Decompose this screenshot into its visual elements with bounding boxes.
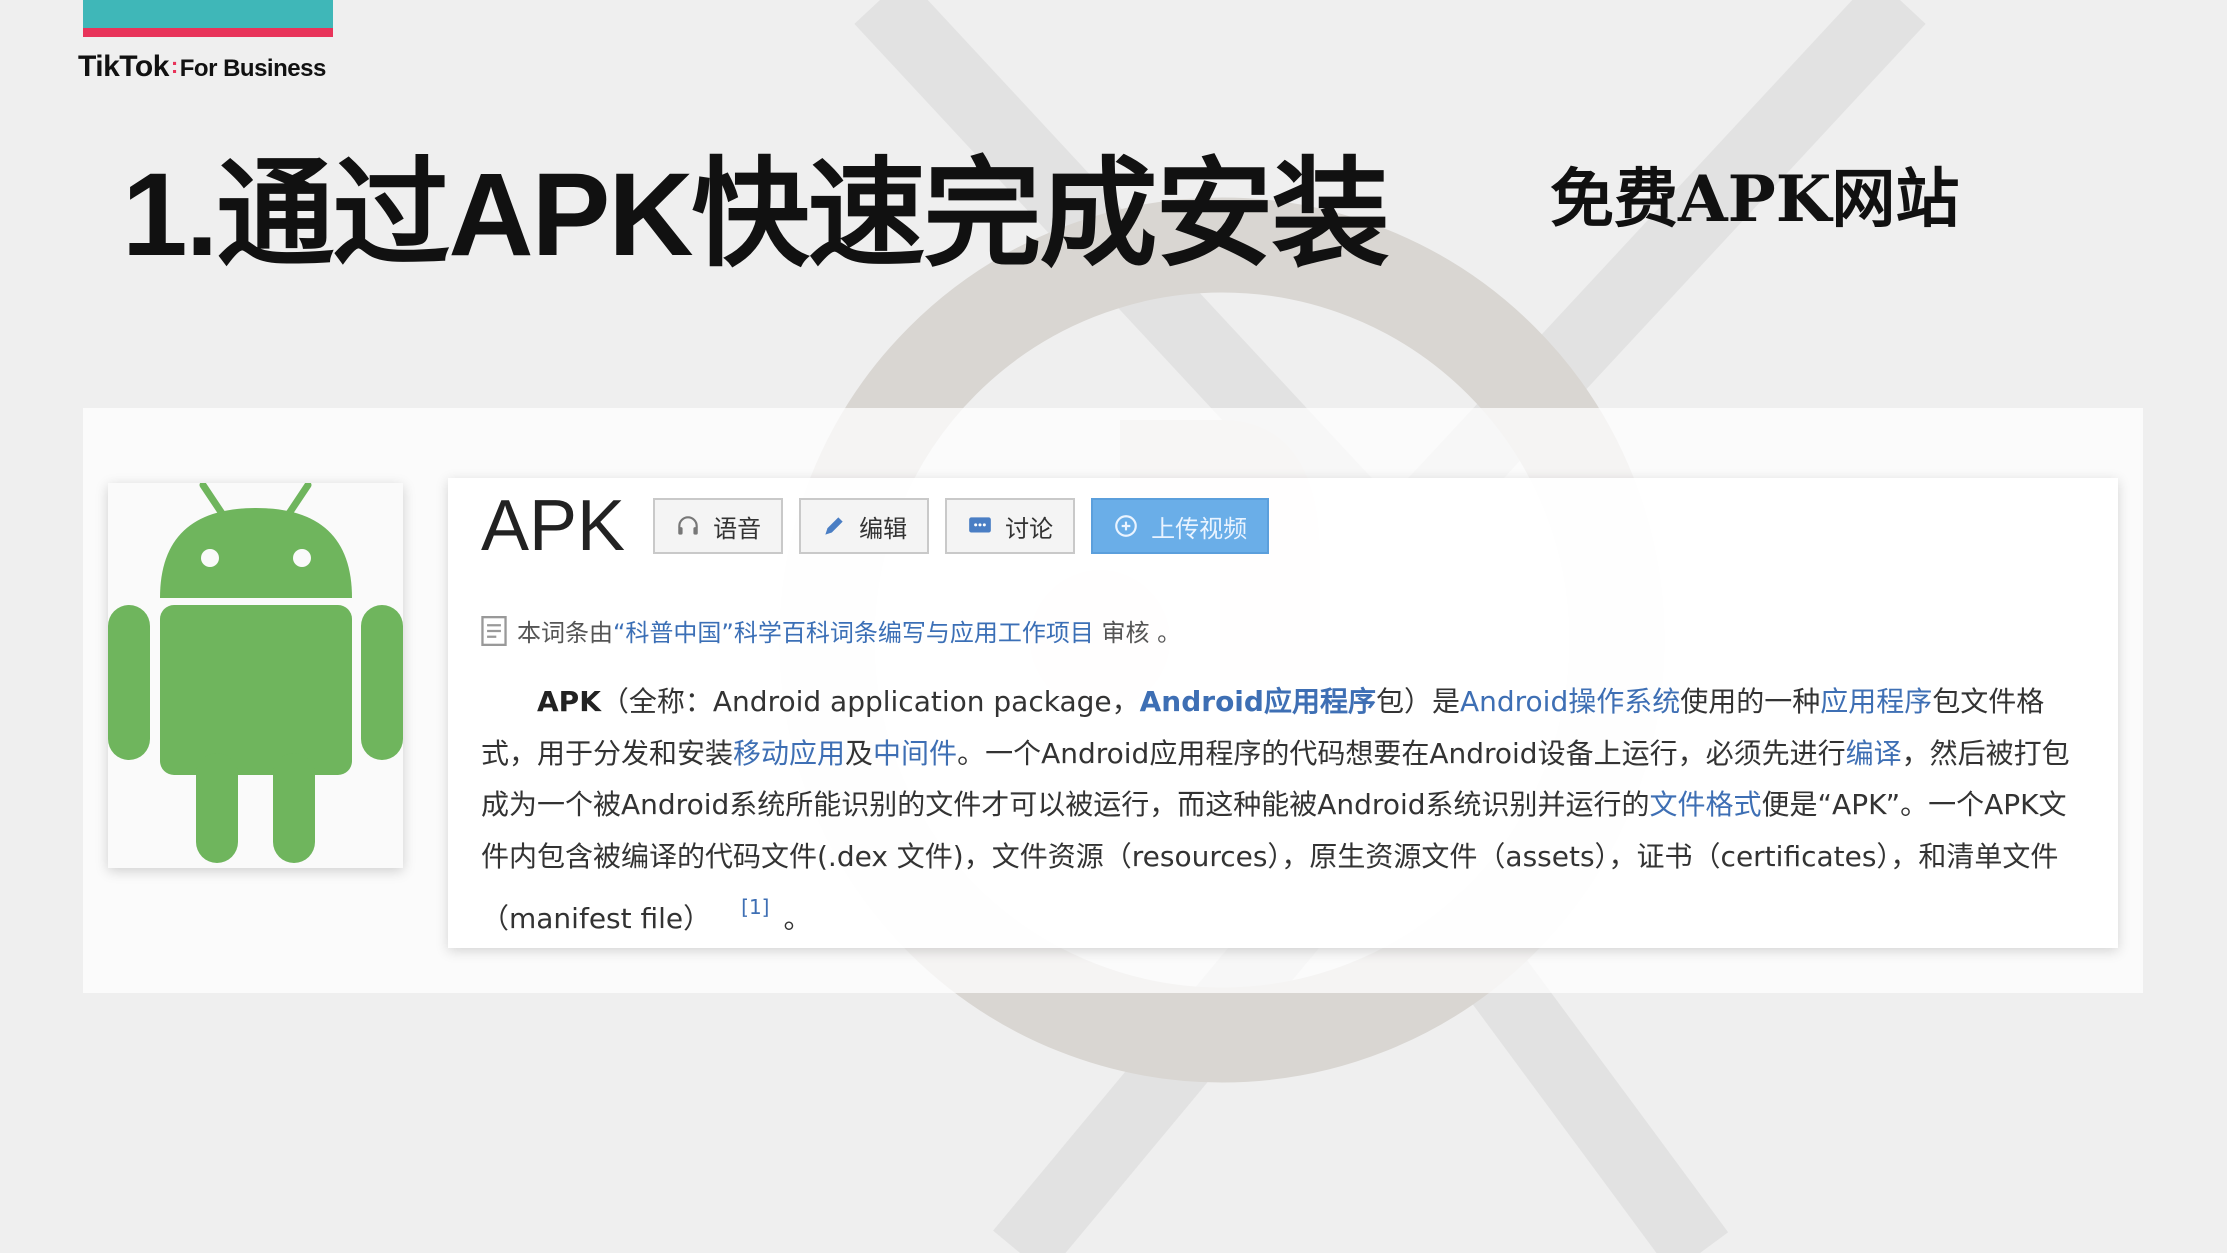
screenshot-panel: APK 语音 编辑 讨论 上传视频 本词条由“科普中国”科学百科词条编写与应用工… bbox=[83, 408, 2143, 993]
review-source-link[interactable]: “科普中国”科学百科词条编写与应用工作项目 bbox=[613, 619, 1094, 647]
tiktok-for-business-logo: TikTok:For Business bbox=[78, 50, 326, 83]
upload-video-button-label: 上传视频 bbox=[1151, 514, 1248, 543]
entry-header: APK 语音 编辑 讨论 上传视频 bbox=[481, 490, 1285, 562]
brand-color-bar bbox=[83, 0, 333, 37]
citation-link[interactable]: [1] bbox=[741, 895, 769, 919]
document-icon bbox=[481, 615, 507, 646]
link-mobile-app[interactable]: 移动应用 bbox=[733, 737, 845, 770]
entry-summary: APK（全称：Android application package，Andro… bbox=[481, 676, 2081, 945]
android-logo-card bbox=[108, 481, 403, 868]
summary-text: （全称：Android application package， bbox=[600, 685, 1140, 718]
summary-text: 包）是 bbox=[1375, 685, 1460, 718]
slide-side-note: 免费APK网站 bbox=[1550, 162, 1960, 237]
entry-title: APK bbox=[481, 486, 626, 566]
edit-button[interactable]: 编辑 bbox=[799, 498, 930, 554]
summary-text: 。 bbox=[783, 902, 812, 935]
link-file-format[interactable]: 文件格式 bbox=[1650, 788, 1762, 821]
headphones-icon bbox=[678, 516, 698, 535]
link-android-app[interactable]: Android应用程序 bbox=[1140, 685, 1376, 718]
voice-button[interactable]: 语音 bbox=[653, 498, 784, 554]
review-notice: 本词条由“科普中国”科学百科词条编写与应用工作项目 审核 。 bbox=[481, 613, 1181, 648]
link-middleware[interactable]: 中间件 bbox=[873, 737, 957, 770]
plus-circle-icon bbox=[1115, 515, 1137, 537]
link-application[interactable]: 应用程序 bbox=[1820, 685, 1932, 718]
summary-text: 及 bbox=[845, 736, 874, 770]
pencil-icon bbox=[825, 517, 843, 535]
link-compile[interactable]: 编译 bbox=[1846, 737, 1902, 770]
upload-video-button[interactable]: 上传视频 bbox=[1091, 498, 1270, 554]
android-robot-icon bbox=[108, 481, 403, 863]
discuss-button-label: 讨论 bbox=[1005, 514, 1054, 543]
summary-term: APK bbox=[537, 685, 601, 718]
discuss-button[interactable]: 讨论 bbox=[945, 498, 1076, 554]
review-prefix: 本词条由 bbox=[517, 619, 613, 647]
summary-text: 。一个Android应用程序的代码想要在Android设备上运行，必须先进行 bbox=[957, 736, 1846, 770]
summary-text: 使用的一种 bbox=[1680, 685, 1821, 718]
voice-button-label: 语音 bbox=[713, 514, 762, 543]
edit-button-label: 编辑 bbox=[859, 514, 908, 543]
slide-title: 1.通过APK快速完成安装 bbox=[122, 149, 1390, 281]
review-suffix: 审核 。 bbox=[1093, 619, 1182, 647]
chat-icon bbox=[969, 517, 991, 533]
link-android-os[interactable]: Android操作系统 bbox=[1460, 685, 1680, 718]
encyclopedia-entry: APK 语音 编辑 讨论 上传视频 本词条由“科普中国”科学百科词条编写与应用工… bbox=[448, 478, 2118, 948]
